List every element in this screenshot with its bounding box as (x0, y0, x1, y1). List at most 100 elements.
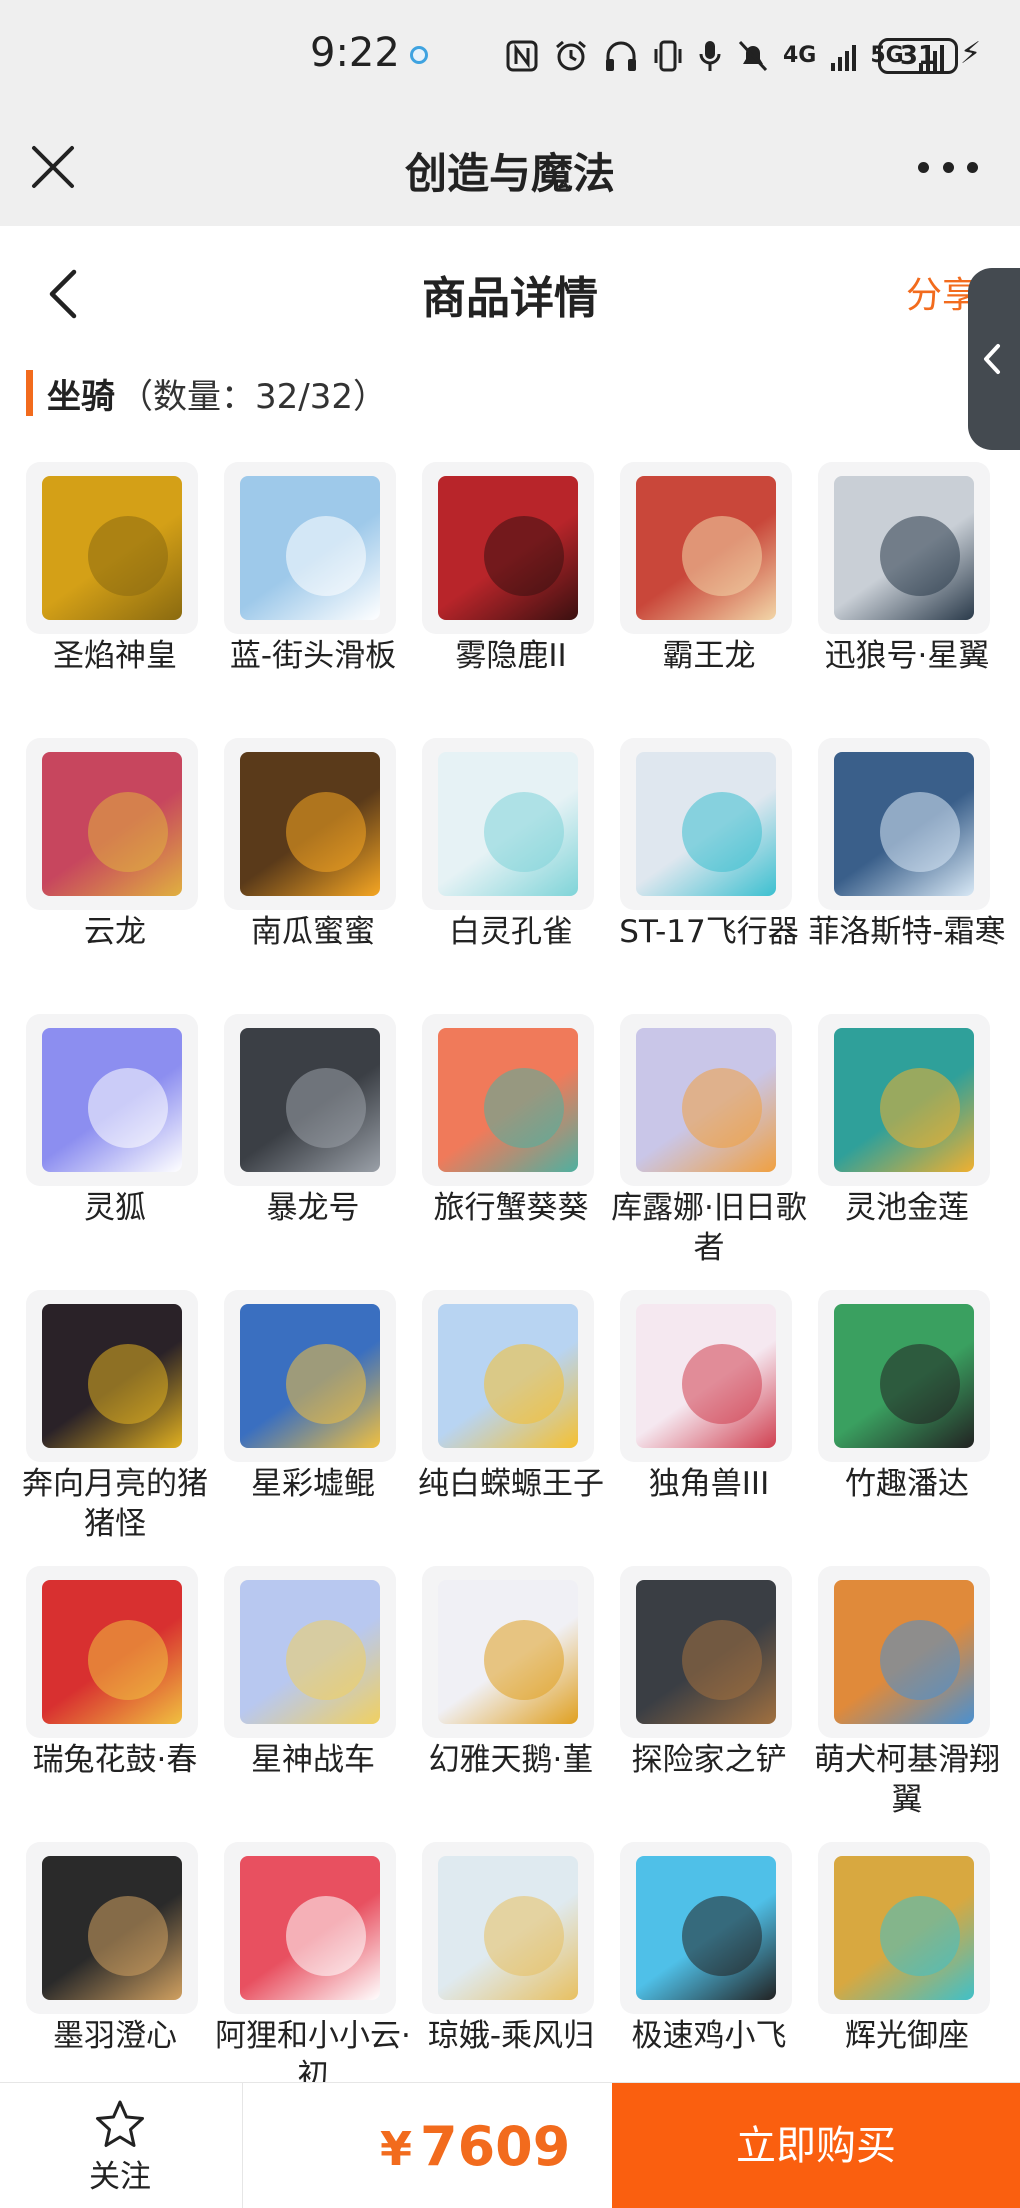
thumbnail-highlight (682, 792, 762, 872)
spirit-fox-mount-icon (42, 1028, 182, 1172)
thumbnail-highlight (88, 1896, 168, 1976)
thumbnail-highlight (88, 792, 168, 872)
mount-item[interactable]: 辉光御座 (808, 1842, 1006, 2082)
star-whale-mount-icon (240, 1304, 380, 1448)
mount-thumbnail (224, 1566, 396, 1738)
mount-name: 探险家之铲 (631, 1742, 787, 1778)
mount-item[interactable]: 星彩墟鲲 (214, 1290, 412, 1566)
mount-item[interactable]: 幻雅天鹅·堇 (412, 1566, 610, 1842)
thumbnail-highlight (484, 1344, 564, 1424)
mount-name: 墨羽澄心 (53, 2018, 177, 2054)
mount-item[interactable]: 阿狸和小小云·初 (214, 1842, 412, 2082)
mount-item[interactable]: 探险家之铲 (610, 1566, 808, 1842)
alarm-icon (556, 40, 586, 71)
divider (242, 2083, 243, 2208)
vibrate-icon (654, 40, 682, 72)
mount-name: 云龙 (84, 914, 146, 950)
mount-name: 辉光御座 (845, 2018, 969, 2054)
mount-thumbnail (422, 1566, 594, 1738)
mount-name: 霸王龙 (662, 638, 756, 674)
thumbnail-highlight (286, 1896, 366, 1976)
mount-item[interactable]: 旅行蟹葵葵 (412, 1014, 610, 1290)
white-peacock-mount-icon (438, 752, 578, 896)
charging-icon: ⚡ (960, 36, 982, 71)
mount-item[interactable]: 独角兽III (610, 1290, 808, 1566)
mount-item[interactable]: ST-17飞行器 (610, 738, 808, 1014)
mount-name: 白灵孔雀 (449, 914, 573, 950)
mount-item[interactable]: 圣焰神皇 (16, 462, 214, 738)
mount-item[interactable]: 灵池金莲 (808, 1014, 1006, 1290)
thumbnail-highlight (286, 1068, 366, 1148)
mount-item[interactable]: 南瓜蜜蜜 (214, 738, 412, 1014)
mech-wolf-mount-icon (834, 476, 974, 620)
axolotl-mount-icon (438, 1304, 578, 1448)
mount-item[interactable]: 极速鸡小飞 (610, 1842, 808, 2082)
mount-thumbnail (620, 1842, 792, 2014)
mount-thumbnail (818, 462, 990, 634)
mount-item[interactable]: 萌犬柯基滑翔翼 (808, 1566, 1006, 1842)
mount-item[interactable]: 墨羽澄心 (16, 1842, 214, 2082)
cloud-dragon-mount-icon (42, 752, 182, 896)
mount-grid: 圣焰神皇 蓝-街头滑板 雾隐鹿II 霸王龙 迅狼号·星翼云龙 南瓜蜜蜜 白灵孔雀 ST-17飞… (16, 462, 1006, 2082)
mount-thumbnail (422, 738, 594, 910)
mount-item[interactable]: 库露娜·旧日歌者 (610, 1014, 808, 1290)
mount-name: 库露娜·旧日歌者 (611, 1190, 807, 1266)
mount-item[interactable]: 纯白蝾螈王子 (412, 1290, 610, 1566)
mount-item[interactable]: 奔向月亮的猪猪怪 (16, 1290, 214, 1566)
chick-mount-icon (636, 1856, 776, 2000)
side-collapse-tab[interactable] (968, 268, 1020, 450)
mount-name: 琼娥-乘风归 (427, 2018, 595, 2054)
mount-item[interactable]: 琼娥-乘风归 (412, 1842, 610, 2082)
mount-name: 菲洛斯特-霜寒 (808, 914, 1006, 950)
mount-item[interactable]: 星神战车 (214, 1566, 412, 1842)
thumbnail-highlight (682, 516, 762, 596)
thumbnail-highlight (484, 1620, 564, 1700)
mount-item[interactable]: 蓝-街头滑板 (214, 462, 412, 738)
mount-thumbnail (818, 738, 990, 910)
unicorn-mount-icon (636, 1304, 776, 1448)
mount-item[interactable]: 瑞兔花鼓·春 (16, 1566, 214, 1842)
follow-button[interactable]: 关注 (60, 2099, 180, 2199)
star-chariot-mount-icon (240, 1580, 380, 1724)
thumbnail-highlight (88, 1620, 168, 1700)
mount-thumbnail (26, 1290, 198, 1462)
mount-item[interactable]: 霸王龙 (610, 462, 808, 738)
fairy-mount-icon (438, 1856, 578, 2000)
buy-now-button[interactable]: 立即购买 (612, 2083, 1020, 2208)
thumbnail-highlight (484, 516, 564, 596)
price: ¥7609 (380, 2115, 570, 2178)
thumbnail-highlight (880, 792, 960, 872)
more-options-icon[interactable] (918, 162, 978, 176)
mount-thumbnail (620, 462, 792, 634)
mount-item[interactable]: 云龙 (16, 738, 214, 1014)
mount-name: 旅行蟹葵葵 (433, 1190, 589, 1226)
mount-item[interactable]: 白灵孔雀 (412, 738, 610, 1014)
pig-mount-icon (42, 1304, 182, 1448)
mount-item[interactable]: 竹趣潘达 (808, 1290, 1006, 1566)
mount-name: 幻雅天鹅·堇 (428, 1742, 594, 1778)
mount-item[interactable]: 迅狼号·星翼 (808, 462, 1006, 738)
battery-indicator: 31 (878, 38, 958, 74)
mount-thumbnail (818, 1566, 990, 1738)
frost-rider-mount-icon (834, 752, 974, 896)
mount-name: 瑞兔花鼓·春 (32, 1742, 198, 1778)
thumbnail-highlight (484, 792, 564, 872)
panda-mount-icon (834, 1304, 974, 1448)
section-header: 坐骑 （数量：32/32） (26, 368, 387, 418)
mount-thumbnail (422, 1290, 594, 1462)
siren-mount-icon (636, 1028, 776, 1172)
mount-name: 萌犬柯基滑翔翼 (814, 1742, 1000, 1818)
mount-name: 星神战车 (251, 1742, 375, 1778)
thumbnail-highlight (484, 1896, 564, 1976)
chevron-left-icon (984, 344, 1000, 374)
mount-item[interactable]: 灵狐 (16, 1014, 214, 1290)
app-title-bar: 创造与魔法 (0, 112, 1020, 226)
mount-thumbnail (26, 1842, 198, 2014)
mount-item[interactable]: 雾隐鹿II (412, 462, 610, 738)
mount-item[interactable]: 菲洛斯特-霜寒 (808, 738, 1006, 1014)
mount-item[interactable]: 暴龙号 (214, 1014, 412, 1290)
mount-name: 独角兽III (648, 1466, 770, 1502)
trex-mount-icon (636, 476, 776, 620)
network-type-4g: 4G (783, 43, 817, 68)
mount-name: 南瓜蜜蜜 (251, 914, 375, 950)
